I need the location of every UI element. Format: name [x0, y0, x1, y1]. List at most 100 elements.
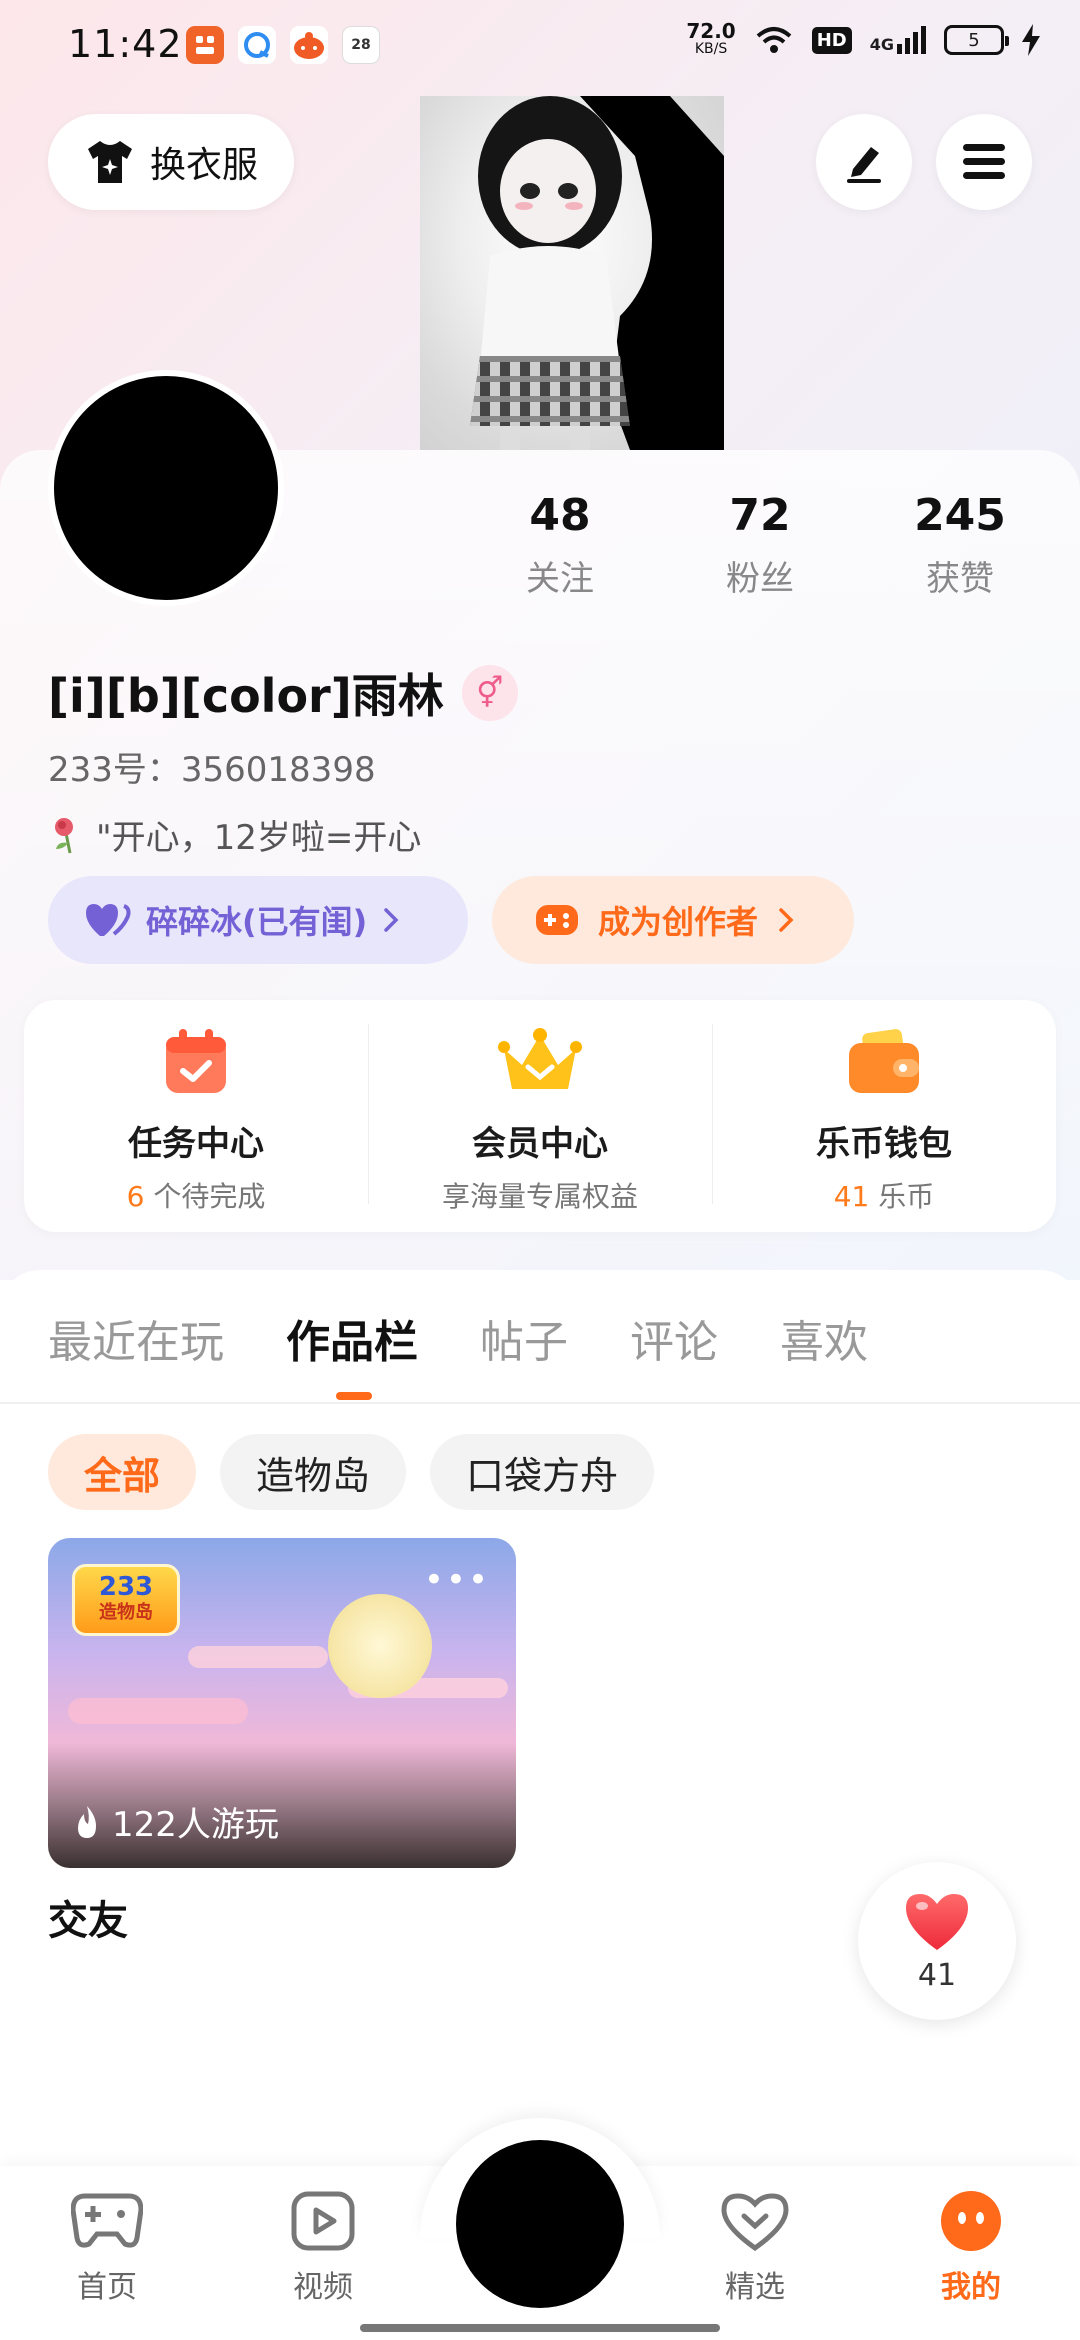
- browser-notification-icon: [238, 26, 276, 64]
- member-center-title: 会员中心: [472, 1124, 608, 1164]
- member-center-button[interactable]: 会员中心 享海量专属权益: [368, 1000, 712, 1232]
- tabs-divider: [0, 1402, 1080, 1404]
- coin-wallet-sub: 41 乐币: [833, 1180, 935, 1213]
- gamepad-icon: [70, 2193, 144, 2248]
- crown-icon: [495, 1022, 585, 1102]
- feature-shortcuts: 任务中心 6 个待完成 会员中心 享海量专属权益 乐币钱包 41 乐币: [24, 1000, 1056, 1232]
- tab-recently-played[interactable]: 最近在玩: [48, 1306, 224, 1370]
- nav-mine-label: 我的: [941, 2270, 1001, 2305]
- coin-wallet-title: 乐币钱包: [816, 1124, 952, 1164]
- avatar-character-figure: [420, 96, 724, 450]
- rose-icon: [55, 817, 73, 853]
- task-center-title: 任务中心: [128, 1124, 264, 1164]
- stat-followers-count: 72: [729, 490, 791, 541]
- battery-indicator: 5: [944, 25, 1009, 55]
- stat-following-label: 关注: [526, 559, 594, 599]
- gamepad-icon: [536, 905, 578, 935]
- tab-posts[interactable]: 帖子: [480, 1306, 568, 1370]
- chip-all[interactable]: 全部: [48, 1434, 197, 1510]
- calendar-notification-icon: 28: [342, 26, 380, 64]
- status-app-icons: 28: [186, 26, 380, 64]
- task-calendar-icon: [151, 1022, 241, 1102]
- stat-likes-label: 获赞: [926, 559, 994, 599]
- profile-face-icon: [941, 2191, 1001, 2251]
- become-creator-button[interactable]: 成为创作者: [492, 876, 854, 964]
- nav-featured[interactable]: 精选: [690, 2190, 820, 2306]
- avatar[interactable]: [48, 370, 284, 606]
- tab-likes[interactable]: 喜欢: [780, 1306, 868, 1370]
- gender-badge-icon: ⚥: [461, 665, 518, 721]
- chevron-right-icon: [779, 908, 794, 932]
- stat-following[interactable]: 48 关注: [480, 490, 640, 600]
- bio-row: "开心，12岁啦=开心: [48, 810, 421, 859]
- nav-video-label: 视频: [293, 2270, 353, 2305]
- tshirt-icon: [87, 141, 132, 183]
- heart-pair-icon: [86, 904, 131, 936]
- status-pill-label: 碎碎冰(已有闺): [146, 903, 368, 941]
- app-notification-icon: [186, 26, 224, 64]
- like-count: 41: [917, 1957, 957, 1993]
- work-card[interactable]: 233 造物岛 ••• 122人游玩: [48, 1538, 516, 1868]
- floating-like-button[interactable]: 41: [858, 1862, 1016, 2020]
- play-count-text: 122人游玩: [112, 1805, 279, 1845]
- game-notification-icon: [290, 26, 328, 64]
- nav-home[interactable]: 首页: [42, 2190, 172, 2306]
- profile-tabs: 最近在玩 作品栏 帖子 评论 喜欢: [48, 1306, 868, 1370]
- tab-works[interactable]: 作品栏: [286, 1306, 418, 1370]
- active-tab-indicator: [336, 1392, 372, 1400]
- nav-home-label: 首页: [77, 2270, 137, 2305]
- wallet-icon: [839, 1022, 929, 1102]
- task-center-button[interactable]: 任务中心 6 个待完成: [24, 1000, 368, 1232]
- heart-shield-icon: [721, 2193, 789, 2252]
- username: [i][b][color]雨林: [48, 669, 444, 723]
- filter-chips: 全部 造物岛 口袋方舟: [48, 1434, 655, 1510]
- stat-likes[interactable]: 245 获赞: [880, 490, 1040, 600]
- nav-video[interactable]: 视频: [258, 2190, 388, 2306]
- menu-button[interactable]: [936, 114, 1032, 210]
- change-outfit-button[interactable]: 换衣服: [48, 114, 294, 210]
- profile-stats: 48 关注 72 粉丝 245 获赞: [480, 490, 1040, 600]
- signal-icon: 4G: [870, 26, 926, 54]
- play-count: 122人游玩: [72, 1797, 279, 1846]
- more-options-icon[interactable]: •••: [424, 1560, 490, 1600]
- member-center-sub: 享海量专属权益: [441, 1180, 638, 1213]
- status-bar: 11:42 28 72.0 KB/S HD 4G 5: [0, 0, 1080, 96]
- chevron-right-icon: [384, 908, 399, 932]
- charging-icon: [1022, 24, 1040, 56]
- moon-shape: [328, 1594, 432, 1698]
- stat-followers[interactable]: 72 粉丝: [680, 490, 840, 600]
- menu-icon: [963, 144, 1005, 179]
- bio-text: "开心，12岁啦=开心: [96, 818, 422, 858]
- wifi-icon: [756, 27, 792, 53]
- task-center-sub: 6 个待完成: [126, 1180, 266, 1213]
- stat-followers-label: 粉丝: [726, 559, 794, 599]
- stat-likes-count: 245: [914, 490, 1006, 541]
- chip-creation-island[interactable]: 造物岛: [220, 1434, 407, 1510]
- nav-center-avatar-button[interactable]: [456, 2140, 624, 2308]
- coin-wallet-button[interactable]: 乐币钱包 41 乐币: [712, 1000, 1056, 1232]
- become-creator-label: 成为创作者: [598, 903, 759, 941]
- username-row: [i][b][color]雨林 ⚥: [48, 660, 518, 726]
- flame-icon: [78, 1805, 96, 1838]
- nav-featured-label: 精选: [725, 2270, 785, 2305]
- status-indicators: 72.0 KB/S HD 4G 5: [686, 19, 1040, 58]
- edit-icon: [847, 147, 881, 183]
- tab-comments[interactable]: 评论: [630, 1306, 718, 1370]
- heart-icon: [906, 1893, 968, 1950]
- change-outfit-label: 换衣服: [149, 145, 258, 186]
- hd-badge: HD: [811, 26, 852, 54]
- home-indicator[interactable]: [360, 2324, 720, 2332]
- status-pill-button[interactable]: 碎碎冰(已有闺): [48, 876, 468, 964]
- nav-mine[interactable]: 我的: [906, 2190, 1036, 2306]
- video-icon: [291, 2191, 355, 2251]
- stat-following-count: 48: [529, 490, 591, 541]
- cloud-shape: [188, 1646, 328, 1668]
- user-id[interactable]: 233号：356018398: [48, 742, 376, 791]
- status-time: 11:42: [68, 22, 183, 66]
- cloud-shape: [68, 1698, 248, 1724]
- edit-profile-button[interactable]: [816, 114, 912, 210]
- work-title[interactable]: 交友: [48, 1888, 128, 1946]
- game-logo: 233 造物岛: [72, 1564, 180, 1636]
- network-speed: 72.0 KB/S: [686, 19, 736, 57]
- chip-pocket-ark[interactable]: 口袋方舟: [430, 1434, 655, 1510]
